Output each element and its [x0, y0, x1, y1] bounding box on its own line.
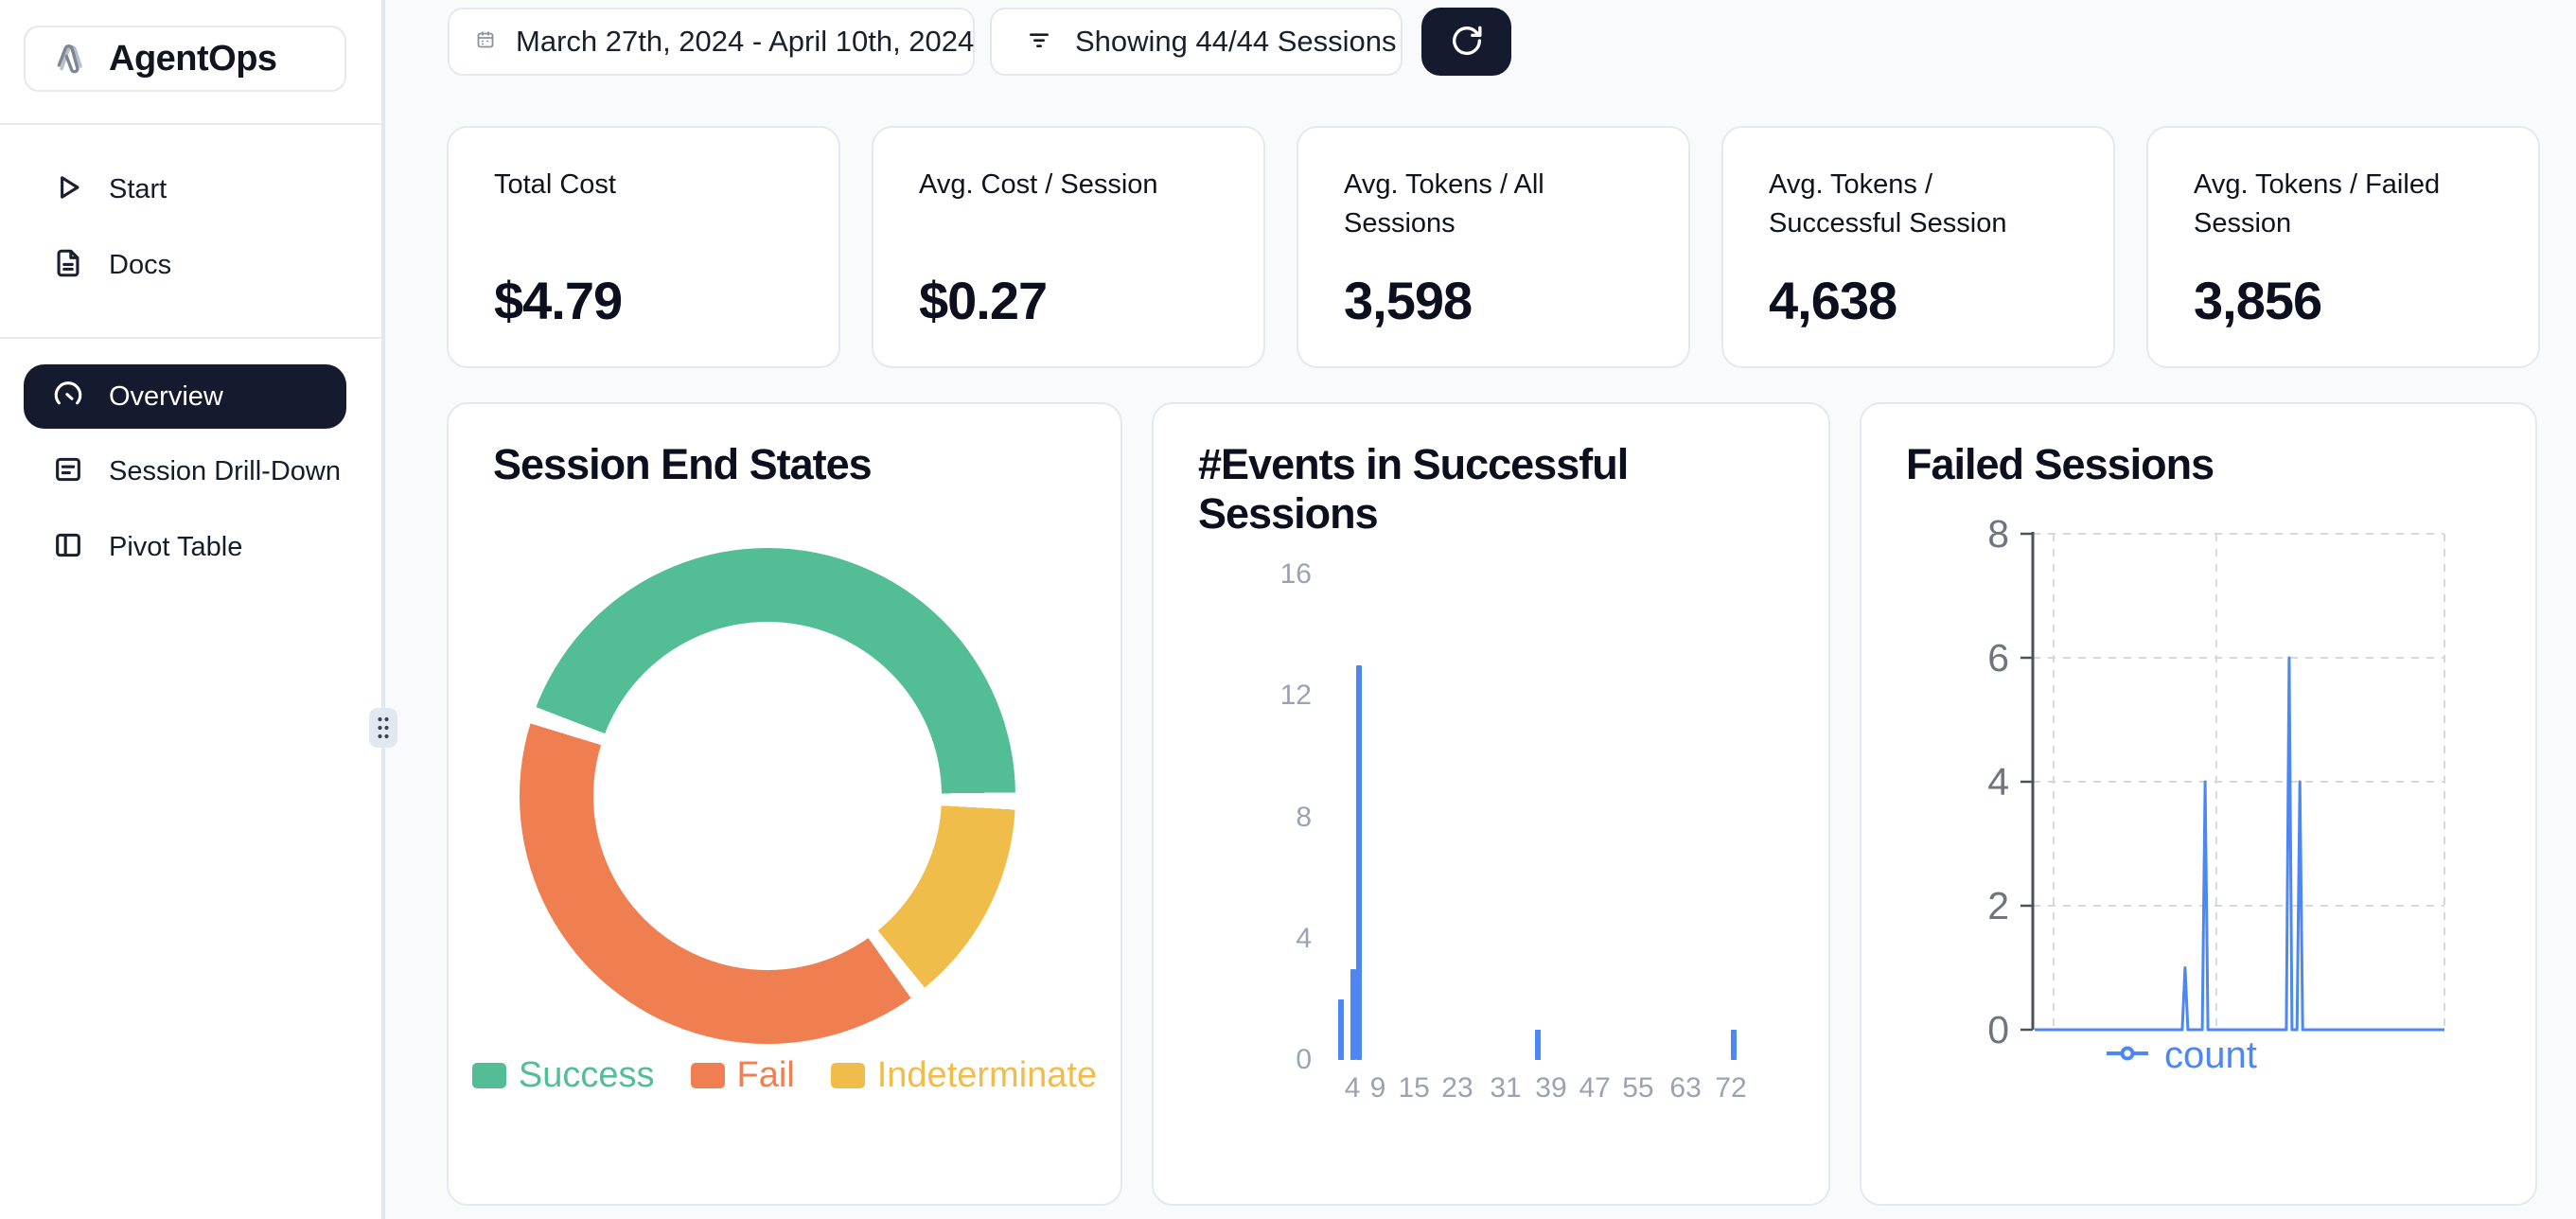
bar-value-3 — [1350, 969, 1356, 1060]
stat-label: Avg. Tokens / Successful Session — [1769, 166, 2072, 243]
sidebar-item-label: Docs — [109, 250, 171, 281]
legend-label: Fail — [737, 1055, 795, 1096]
refresh-icon — [1448, 22, 1486, 62]
legend-item-indeterminate[interactable]: Indeterminate — [831, 1055, 1097, 1096]
x-axis-tick-label: 72 — [1688, 1072, 1773, 1104]
list-icon — [52, 453, 84, 490]
stat-card: Avg. Tokens / All Sessions 3,598 — [1297, 126, 1690, 368]
line-circle-icon — [2106, 1046, 2149, 1066]
document-icon — [52, 247, 84, 284]
stat-label: Avg. Tokens / All Sessions — [1344, 166, 1647, 243]
sidebar-drag-handle-icon[interactable] — [369, 708, 397, 748]
bar-value-2 — [1338, 999, 1344, 1060]
sidebar-item-start[interactable]: Start — [24, 157, 346, 221]
date-range-label: March 27th, 2024 - April 10th, 2024 — [516, 25, 974, 59]
sessions-filter-button[interactable]: Showing 44/44 Sessions — [990, 8, 1403, 76]
y-axis-tick-label: 8 — [1236, 798, 1312, 838]
sidebar-item-session-drill-down[interactable]: Session Drill-Down — [24, 439, 346, 504]
legend-swatch — [831, 1063, 865, 1088]
sidebar-item-pivot-table[interactable]: Pivot Table — [24, 515, 346, 579]
panel-left-icon — [52, 529, 84, 566]
y-axis-tick-label: 12 — [1236, 676, 1312, 716]
sidebar-item-label: Session Drill-Down — [109, 456, 341, 487]
legend-label: Success — [519, 1055, 655, 1096]
stat-label: Avg. Tokens / Failed Session — [2194, 166, 2497, 243]
stat-card: Avg. Cost / Session $0.27 — [872, 126, 1265, 368]
y-axis-tick-label: 0 — [1236, 1040, 1312, 1080]
date-range-picker[interactable]: March 27th, 2024 - April 10th, 2024 — [448, 8, 975, 76]
chart-title: Session End States — [493, 440, 872, 489]
failed-sessions-line-plot: 8 6 4 2 0 — [1861, 404, 2539, 1208]
stat-value: 3,856 — [2194, 270, 2321, 331]
gauge-icon — [52, 379, 84, 415]
sidebar-item-overview[interactable]: Overview — [24, 364, 346, 429]
svg-text:0: 0 — [1987, 1008, 2009, 1051]
legend-swatch — [691, 1063, 725, 1088]
stat-card: Avg. Tokens / Failed Session 3,856 — [2146, 126, 2540, 368]
refresh-button[interactable] — [1421, 8, 1511, 76]
sidebar-item-label: Overview — [109, 381, 223, 413]
bar-value-1 — [1535, 1030, 1541, 1060]
count-legend-item[interactable]: count — [2106, 1034, 2257, 1077]
sidebar-item-label: Start — [109, 174, 167, 205]
stat-value: $4.79 — [494, 270, 622, 331]
sessions-filter-label: Showing 44/44 Sessions — [1075, 25, 1397, 59]
session-end-states-card: Session End States Success Fail Indetermin… — [447, 402, 1122, 1206]
legend-item-success[interactable]: Success — [472, 1055, 655, 1096]
stat-label: Avg. Cost / Session — [919, 166, 1222, 204]
svg-text:4: 4 — [1987, 760, 2009, 804]
failed-sessions-card: Failed Sessions 86420 count — [1860, 402, 2537, 1206]
stat-label: Total Cost — [494, 166, 797, 204]
sidebar-item-docs[interactable]: Docs — [24, 233, 346, 297]
sidebar-divider — [0, 123, 381, 125]
svg-text:6: 6 — [1987, 636, 2009, 680]
events-in-successful-sessions-card: #Events in Successful Sessions 161284049… — [1152, 402, 1830, 1206]
stat-value: $0.27 — [919, 270, 1047, 331]
svg-text:2: 2 — [1987, 884, 2009, 928]
agentops-logo[interactable]: AgentOps — [24, 26, 346, 92]
stat-value: 3,598 — [1344, 270, 1472, 331]
stat-card: Avg. Tokens / Successful Session 4,638 — [1721, 126, 2115, 368]
donut-legend: Success Fail Indeterminate — [449, 1055, 1120, 1096]
bar-value-1 — [1731, 1030, 1737, 1060]
legend-swatch — [472, 1063, 506, 1088]
filter-lines-icon — [1024, 25, 1054, 60]
legend-label: Indeterminate — [877, 1055, 1097, 1096]
legend-item-fail[interactable]: Fail — [691, 1055, 795, 1096]
count-legend-label: count — [2164, 1034, 2257, 1077]
y-axis-tick-label: 16 — [1236, 555, 1312, 594]
sidebar-resizer[interactable] — [381, 0, 385, 1219]
stat-card: Total Cost $4.79 — [447, 126, 840, 368]
logo-label: AgentOps — [109, 39, 277, 80]
svg-text:8: 8 — [1987, 512, 2009, 556]
y-axis-tick-label: 4 — [1236, 919, 1312, 959]
chart-title: #Events in Successful Sessions — [1198, 440, 1766, 539]
bar-value-13 — [1356, 665, 1362, 1060]
stat-value: 4,638 — [1769, 270, 1897, 331]
donut-hole — [593, 622, 942, 970]
sidebar-divider — [0, 337, 381, 339]
play-icon — [52, 171, 84, 208]
agentops-logo-icon — [52, 39, 88, 80]
sidebar-item-label: Pivot Table — [109, 532, 242, 563]
calendar-icon — [474, 28, 497, 56]
sidebar: AgentOps Start Docs Overview Session Drill… — [0, 0, 381, 1219]
